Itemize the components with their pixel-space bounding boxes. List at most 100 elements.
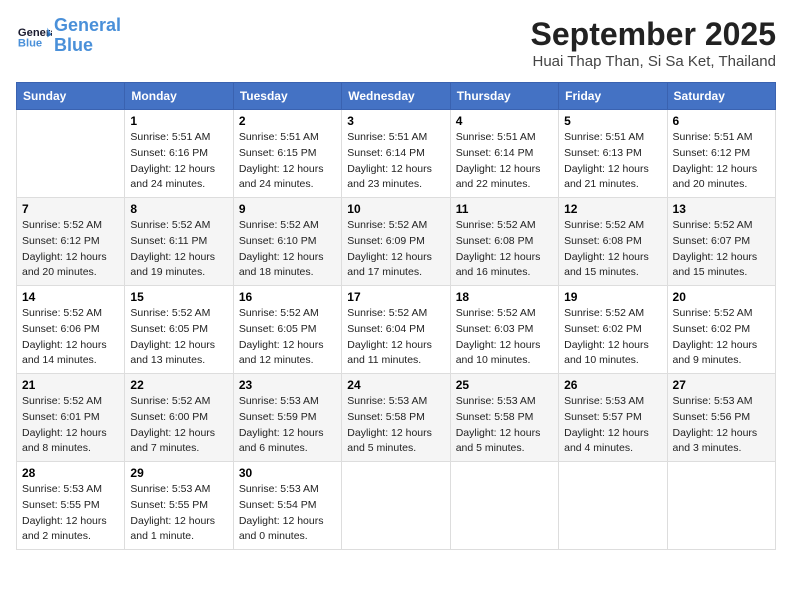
calendar-cell: 29 Sunrise: 5:53 AM Sunset: 5:55 PM Dayli… — [125, 462, 233, 550]
calendar-cell: 17 Sunrise: 5:52 AM Sunset: 6:04 PM Dayli… — [342, 286, 450, 374]
day-number: 15 — [130, 290, 227, 304]
weekday-header-sunday: Sunday — [17, 83, 125, 110]
day-number: 14 — [22, 290, 119, 304]
day-info: Sunrise: 5:52 AM Sunset: 6:10 PM Dayligh… — [239, 218, 336, 281]
day-info: Sunrise: 5:52 AM Sunset: 6:04 PM Dayligh… — [347, 306, 444, 369]
day-number: 9 — [239, 202, 336, 216]
day-number: 19 — [564, 290, 661, 304]
day-info: Sunrise: 5:51 AM Sunset: 6:14 PM Dayligh… — [347, 130, 444, 193]
day-number: 18 — [456, 290, 553, 304]
weekday-header-tuesday: Tuesday — [233, 83, 341, 110]
week-row-4: 21 Sunrise: 5:52 AM Sunset: 6:01 PM Dayli… — [17, 374, 776, 462]
calendar-cell: 15Sunrise: 5:52 AM Sunset: 6:05 PM Dayli… — [125, 286, 233, 374]
day-info: Sunrise: 5:51 AM Sunset: 6:16 PM Dayligh… — [130, 130, 227, 193]
logo-blue: Blue — [54, 35, 93, 55]
week-row-3: 14 Sunrise: 5:52 AM Sunset: 6:06 PM Dayli… — [17, 286, 776, 374]
calendar-cell: 27 Sunrise: 5:53 AM Sunset: 5:56 PM Dayli… — [667, 374, 775, 462]
day-number: 21 — [22, 378, 119, 392]
day-info: Sunrise: 5:51 AM Sunset: 6:12 PM Dayligh… — [673, 130, 770, 193]
calendar-cell: 4Sunrise: 5:51 AM Sunset: 6:14 PM Daylig… — [450, 110, 558, 198]
week-row-1: 1 Sunrise: 5:51 AM Sunset: 6:16 PM Daylig… — [17, 110, 776, 198]
calendar-cell: 5 Sunrise: 5:51 AM Sunset: 6:13 PM Daylig… — [559, 110, 667, 198]
weekday-header-thursday: Thursday — [450, 83, 558, 110]
calendar-cell — [667, 462, 775, 550]
weekday-header-row: SundayMondayTuesdayWednesdayThursdayFrid… — [17, 83, 776, 110]
weekday-header-monday: Monday — [125, 83, 233, 110]
calendar-cell: 22 Sunrise: 5:52 AM Sunset: 6:00 PM Dayli… — [125, 374, 233, 462]
calendar-cell: 24Sunrise: 5:53 AM Sunset: 5:58 PM Dayli… — [342, 374, 450, 462]
calendar-cell: 13 Sunrise: 5:52 AM Sunset: 6:07 PM Dayli… — [667, 198, 775, 286]
svg-text:Blue: Blue — [18, 37, 42, 49]
day-number: 8 — [130, 202, 227, 216]
day-number: 16 — [239, 290, 336, 304]
day-info: Sunrise: 5:51 AM Sunset: 6:13 PM Dayligh… — [564, 130, 661, 193]
calendar-cell: 11Sunrise: 5:52 AM Sunset: 6:08 PM Dayli… — [450, 198, 558, 286]
calendar-cell: 25 Sunrise: 5:53 AM Sunset: 5:58 PM Dayli… — [450, 374, 558, 462]
calendar-cell: 8 Sunrise: 5:52 AM Sunset: 6:11 PM Daylig… — [125, 198, 233, 286]
logo-text: General Blue — [54, 16, 121, 56]
day-info: Sunrise: 5:52 AM Sunset: 6:11 PM Dayligh… — [130, 218, 227, 281]
day-number: 29 — [130, 466, 227, 480]
day-info: Sunrise: 5:52 AM Sunset: 6:07 PM Dayligh… — [673, 218, 770, 281]
calendar-cell: 20 Sunrise: 5:52 AM Sunset: 6:02 PM Dayli… — [667, 286, 775, 374]
day-info: Sunrise: 5:52 AM Sunset: 6:03 PM Dayligh… — [456, 306, 553, 369]
month-title: September 2025 — [531, 16, 776, 53]
day-number: 6 — [673, 114, 770, 128]
calendar-body: 1 Sunrise: 5:51 AM Sunset: 6:16 PM Daylig… — [17, 110, 776, 550]
day-number: 10 — [347, 202, 444, 216]
day-number: 28 — [22, 466, 119, 480]
title-section: September 2025 Huai Thap Than, Si Sa Ket… — [531, 16, 776, 70]
day-number: 2 — [239, 114, 336, 128]
calendar-cell — [342, 462, 450, 550]
calendar-cell — [559, 462, 667, 550]
day-info: Sunrise: 5:53 AM Sunset: 5:57 PM Dayligh… — [564, 394, 661, 457]
day-number: 13 — [673, 202, 770, 216]
day-info: Sunrise: 5:52 AM Sunset: 6:08 PM Dayligh… — [564, 218, 661, 281]
calendar-cell: 23Sunrise: 5:53 AM Sunset: 5:59 PM Dayli… — [233, 374, 341, 462]
day-info: Sunrise: 5:53 AM Sunset: 5:55 PM Dayligh… — [22, 482, 119, 545]
calendar-cell: 3Sunrise: 5:51 AM Sunset: 6:14 PM Daylig… — [342, 110, 450, 198]
day-number: 22 — [130, 378, 227, 392]
day-info: Sunrise: 5:53 AM Sunset: 5:59 PM Dayligh… — [239, 394, 336, 457]
logo-general: General — [54, 15, 121, 35]
calendar-cell — [17, 110, 125, 198]
day-info: Sunrise: 5:53 AM Sunset: 5:58 PM Dayligh… — [456, 394, 553, 457]
day-number: 17 — [347, 290, 444, 304]
day-number: 5 — [564, 114, 661, 128]
day-number: 4 — [456, 114, 553, 128]
day-info: Sunrise: 5:52 AM Sunset: 6:06 PM Dayligh… — [22, 306, 119, 369]
day-info: Sunrise: 5:52 AM Sunset: 6:02 PM Dayligh… — [564, 306, 661, 369]
day-info: Sunrise: 5:52 AM Sunset: 6:12 PM Dayligh… — [22, 218, 119, 281]
day-number: 7 — [22, 202, 119, 216]
week-row-2: 7 Sunrise: 5:52 AM Sunset: 6:12 PM Daylig… — [17, 198, 776, 286]
calendar-cell — [450, 462, 558, 550]
calendar-cell: 1 Sunrise: 5:51 AM Sunset: 6:16 PM Daylig… — [125, 110, 233, 198]
day-number: 11 — [456, 202, 553, 216]
day-info: Sunrise: 5:52 AM Sunset: 6:01 PM Dayligh… — [22, 394, 119, 457]
calendar-cell: 7 Sunrise: 5:52 AM Sunset: 6:12 PM Daylig… — [17, 198, 125, 286]
calendar-cell: 6 Sunrise: 5:51 AM Sunset: 6:12 PM Daylig… — [667, 110, 775, 198]
calendar-cell: 16Sunrise: 5:52 AM Sunset: 6:05 PM Dayli… — [233, 286, 341, 374]
day-info: Sunrise: 5:53 AM Sunset: 5:55 PM Dayligh… — [130, 482, 227, 545]
day-number: 1 — [130, 114, 227, 128]
calendar-cell: 26Sunrise: 5:53 AM Sunset: 5:57 PM Dayli… — [559, 374, 667, 462]
calendar-cell: 18 Sunrise: 5:52 AM Sunset: 6:03 PM Dayli… — [450, 286, 558, 374]
day-number: 27 — [673, 378, 770, 392]
logo-icon: General Blue — [16, 22, 52, 50]
calendar-cell: 10 Sunrise: 5:52 AM Sunset: 6:09 PM Dayli… — [342, 198, 450, 286]
calendar-cell: 19 Sunrise: 5:52 AM Sunset: 6:02 PM Dayli… — [559, 286, 667, 374]
weekday-header-friday: Friday — [559, 83, 667, 110]
calendar: SundayMondayTuesdayWednesdayThursdayFrid… — [16, 82, 776, 550]
day-info: Sunrise: 5:53 AM Sunset: 5:56 PM Dayligh… — [673, 394, 770, 457]
day-info: Sunrise: 5:53 AM Sunset: 5:54 PM Dayligh… — [239, 482, 336, 545]
day-info: Sunrise: 5:53 AM Sunset: 5:58 PM Dayligh… — [347, 394, 444, 457]
day-number: 12 — [564, 202, 661, 216]
day-info: Sunrise: 5:52 AM Sunset: 6:09 PM Dayligh… — [347, 218, 444, 281]
day-number: 25 — [456, 378, 553, 392]
calendar-cell: 12 Sunrise: 5:52 AM Sunset: 6:08 PM Dayli… — [559, 198, 667, 286]
calendar-cell: 21 Sunrise: 5:52 AM Sunset: 6:01 PM Dayli… — [17, 374, 125, 462]
day-number: 20 — [673, 290, 770, 304]
day-info: Sunrise: 5:52 AM Sunset: 6:00 PM Dayligh… — [130, 394, 227, 457]
day-info: Sunrise: 5:52 AM Sunset: 6:02 PM Dayligh… — [673, 306, 770, 369]
day-number: 30 — [239, 466, 336, 480]
